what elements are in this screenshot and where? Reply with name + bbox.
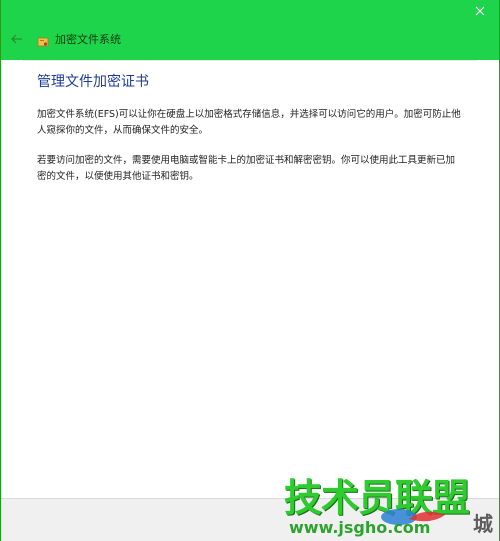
wizard-footer (1, 498, 499, 541)
usage-paragraph: 若要访问加密的文件，需要使用电脑或智能卡上的加密证书和解密密钥。你可以使用此工具… (37, 155, 456, 182)
close-icon (475, 6, 485, 16)
close-button[interactable] (467, 2, 493, 20)
efs-window: 加密文件系统 管理文件加密证书 加密文件系统(EFS)可以让你在硬盘上以加密格式… (0, 0, 500, 541)
page-heading: 管理文件加密证书 (37, 74, 149, 90)
intro-paragraph: 加密文件系统(EFS)可以让你在硬盘上以加密格式存储信息，并选择可以访问它的用户… (37, 109, 461, 136)
title-bar: 加密文件系统 (1, 0, 499, 60)
navigation-row: 加密文件系统 (1, 22, 499, 56)
window-title: 加密文件系统 (55, 33, 121, 46)
window-caption-strip (1, 0, 499, 22)
back-arrow-icon (11, 34, 22, 44)
back-button[interactable] (1, 24, 33, 54)
efs-certificate-icon (37, 33, 49, 47)
wizard-content: 管理文件加密证书 加密文件系统(EFS)可以让你在硬盘上以加密格式存储信息，并选… (23, 60, 477, 497)
